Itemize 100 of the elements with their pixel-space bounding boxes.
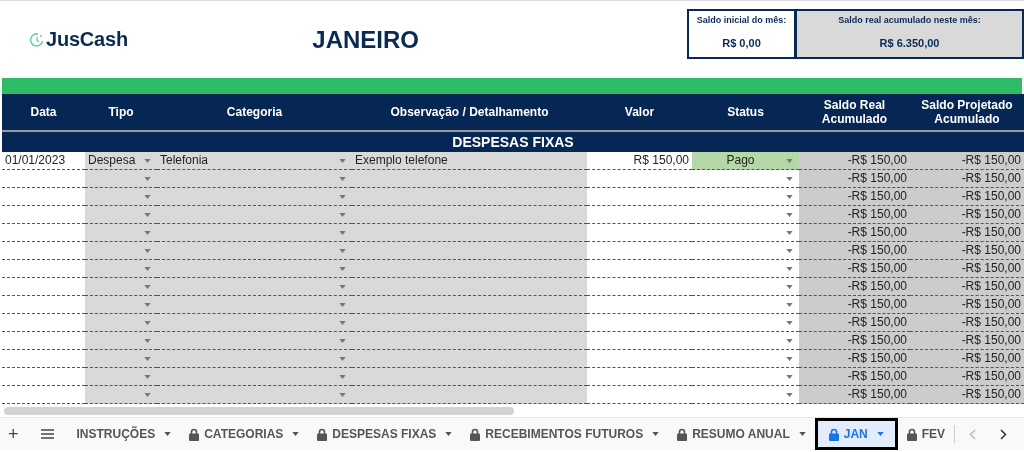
dropdown-cell[interactable] bbox=[85, 206, 157, 224]
table-cell: -R$ 150,00 bbox=[799, 386, 910, 404]
column-header: Saldo Projetado Acumulado bbox=[920, 97, 1014, 128]
caret-icon[interactable] bbox=[339, 356, 346, 361]
caret-icon[interactable] bbox=[786, 176, 793, 181]
caret-icon[interactable] bbox=[339, 266, 346, 271]
next-icon[interactable] bbox=[1000, 428, 1008, 440]
status-dropdown[interactable]: Pago bbox=[692, 152, 799, 170]
table-cell: -R$ 150,00 bbox=[910, 296, 1024, 314]
dropdown-cell[interactable] bbox=[85, 260, 157, 278]
caret-icon[interactable] bbox=[786, 230, 793, 235]
caret-icon[interactable] bbox=[144, 266, 151, 271]
sheet-tab[interactable]: JAN bbox=[814, 418, 898, 450]
scrollbar-thumb[interactable] bbox=[4, 407, 514, 415]
caret-icon[interactable] bbox=[786, 320, 793, 325]
table-cell: -R$ 150,00 bbox=[910, 152, 1024, 170]
caret-icon[interactable] bbox=[339, 194, 346, 199]
dropdown-cell[interactable] bbox=[85, 170, 157, 188]
dropdown-cell[interactable] bbox=[85, 386, 157, 404]
dropdown-cell[interactable] bbox=[85, 296, 157, 314]
caret-icon[interactable] bbox=[786, 194, 793, 199]
caret-icon[interactable] bbox=[144, 338, 151, 343]
sheet-tab[interactable]: RECEBIMENTOS FUTUROS bbox=[461, 418, 669, 450]
menu-icon[interactable] bbox=[40, 429, 54, 439]
table-cell: -R$ 150,00 bbox=[910, 206, 1024, 224]
table-cell: Exemplo telefone bbox=[352, 152, 587, 170]
dropdown-cell[interactable] bbox=[85, 332, 157, 350]
lock-icon bbox=[189, 427, 200, 441]
caret-icon[interactable] bbox=[786, 302, 793, 307]
caret-icon[interactable] bbox=[786, 248, 793, 253]
caret-icon[interactable] bbox=[339, 338, 346, 343]
caret-icon[interactable] bbox=[339, 284, 346, 289]
caret-icon[interactable] bbox=[339, 158, 346, 163]
caret-icon[interactable] bbox=[786, 356, 793, 361]
section-header: DESPESAS FIXAS bbox=[2, 132, 1024, 152]
table-cell: -R$ 150,00 bbox=[910, 314, 1024, 332]
caret-icon[interactable] bbox=[786, 266, 793, 271]
table-cell: -R$ 150,00 bbox=[910, 278, 1024, 296]
sheet-tab[interactable]: CATEGORIAS bbox=[180, 418, 309, 450]
table-cell: -R$ 150,00 bbox=[910, 188, 1024, 206]
dropdown-cell[interactable] bbox=[85, 368, 157, 386]
caret-icon[interactable] bbox=[144, 302, 151, 307]
caret-icon[interactable] bbox=[339, 230, 346, 235]
caret-icon[interactable] bbox=[164, 432, 172, 436]
sheet-tab[interactable]: INSTRUÇÕES bbox=[67, 418, 181, 450]
logo-text: JusCash bbox=[46, 28, 128, 51]
caret-icon[interactable] bbox=[144, 392, 151, 397]
table-cell: -R$ 150,00 bbox=[910, 260, 1024, 278]
add-sheet-button[interactable]: + bbox=[8, 423, 19, 445]
table-cell: -R$ 150,00 bbox=[799, 188, 910, 206]
caret-icon[interactable] bbox=[798, 432, 806, 436]
dropdown-cell[interactable] bbox=[85, 224, 157, 242]
dropdown-cell[interactable] bbox=[85, 314, 157, 332]
caret-icon[interactable] bbox=[144, 194, 151, 199]
caret-icon[interactable] bbox=[144, 230, 151, 235]
caret-icon[interactable] bbox=[144, 356, 151, 361]
dropdown-cell[interactable]: Telefonia bbox=[157, 152, 352, 170]
caret-icon[interactable] bbox=[339, 392, 346, 397]
caret-icon[interactable] bbox=[144, 248, 151, 253]
summary-label: Saldo inicial do mês: bbox=[696, 15, 787, 25]
caret-icon[interactable] bbox=[144, 284, 151, 289]
table-cell: -R$ 150,00 bbox=[799, 206, 910, 224]
caret-icon[interactable] bbox=[144, 176, 151, 181]
sheet-tab[interactable]: FEV bbox=[897, 418, 955, 450]
caret-icon[interactable] bbox=[786, 338, 793, 343]
sheet-tab[interactable]: RESUMO ANUAL bbox=[668, 418, 815, 450]
caret-icon[interactable] bbox=[786, 374, 793, 379]
caret-icon[interactable] bbox=[144, 212, 151, 217]
caret-icon[interactable] bbox=[786, 212, 793, 217]
caret-icon[interactable] bbox=[652, 432, 660, 436]
table-cell: -R$ 150,00 bbox=[910, 368, 1024, 386]
caret-icon[interactable] bbox=[445, 432, 453, 436]
dropdown-cell[interactable] bbox=[85, 278, 157, 296]
summary-value: R$ 0,00 bbox=[722, 37, 761, 49]
table-cell: -R$ 150,00 bbox=[799, 314, 910, 332]
table-cell: -R$ 150,00 bbox=[910, 224, 1024, 242]
caret-icon[interactable] bbox=[876, 432, 884, 436]
caret-icon[interactable] bbox=[339, 302, 346, 307]
caret-icon[interactable] bbox=[144, 158, 151, 163]
dropdown-cell[interactable] bbox=[85, 350, 157, 368]
table-cell: -R$ 150,00 bbox=[910, 332, 1024, 350]
lock-icon bbox=[677, 427, 688, 441]
dropdown-cell[interactable]: Despesa bbox=[85, 152, 157, 170]
caret-icon[interactable] bbox=[339, 176, 346, 181]
sheet-tab[interactable]: DESPESAS FIXAS bbox=[308, 418, 462, 450]
lock-icon bbox=[317, 427, 328, 441]
dropdown-cell[interactable] bbox=[85, 242, 157, 260]
caret-icon[interactable] bbox=[339, 374, 346, 379]
caret-icon[interactable] bbox=[786, 392, 793, 397]
caret-icon[interactable] bbox=[339, 320, 346, 325]
caret-icon[interactable] bbox=[339, 248, 346, 253]
caret-icon[interactable] bbox=[144, 320, 151, 325]
caret-icon[interactable] bbox=[292, 432, 300, 436]
table-cell: -R$ 150,00 bbox=[799, 224, 910, 242]
caret-icon[interactable] bbox=[339, 212, 346, 217]
caret-icon[interactable] bbox=[786, 284, 793, 289]
caret-icon[interactable] bbox=[144, 374, 151, 379]
column-header: Observação / Detalhamento bbox=[389, 104, 550, 121]
dropdown-cell[interactable] bbox=[85, 188, 157, 206]
summary-label: Saldo real acumulado neste mês: bbox=[838, 15, 981, 25]
